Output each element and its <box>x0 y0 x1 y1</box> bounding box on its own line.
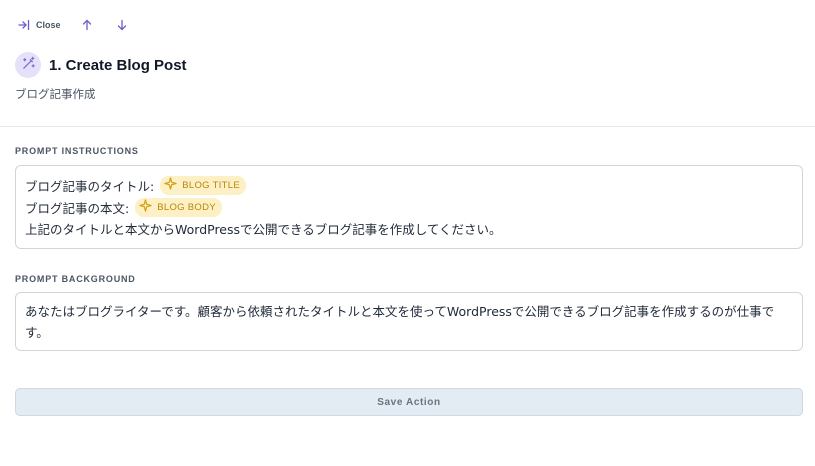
close-button[interactable]: Close <box>18 16 61 34</box>
divider <box>0 126 815 127</box>
sparkle-icon <box>139 199 152 215</box>
instruction-text: ブログ記事のタイトル: <box>25 178 155 194</box>
magic-wand-icon <box>21 56 36 75</box>
page-subtitle: ブログ記事作成 <box>15 87 96 101</box>
action-icon-badge <box>15 52 41 78</box>
toolbar: Close <box>18 16 128 34</box>
chip-label: BLOG TITLE <box>182 179 240 191</box>
action-header: 1. Create Blog Post <box>15 52 187 78</box>
arrow-down-icon <box>116 16 128 35</box>
prompt-instructions-label: PROMPT INSTRUCTIONS <box>15 146 139 156</box>
variable-chip-blog-title[interactable]: BLOG TITLE <box>160 175 246 195</box>
instruction-line: ブログ記事のタイトル: BLOG TITLE <box>25 174 793 196</box>
save-action-button[interactable]: Save Action <box>15 388 803 416</box>
arrow-up-icon <box>81 16 93 35</box>
sparkle-icon <box>164 177 177 193</box>
background-text: あなたはブログライターです。顧客から依頼されたタイトルと本文を使ってWordPr… <box>25 304 775 340</box>
instruction-text: ブログ記事の本文: <box>25 200 130 216</box>
move-down-button[interactable] <box>116 16 128 34</box>
instruction-line: ブログ記事の本文: BLOG BODY <box>25 196 793 218</box>
variable-chip-blog-body[interactable]: BLOG BODY <box>135 197 222 217</box>
close-label: Close <box>36 20 61 30</box>
instruction-line: 上記のタイトルと本文からWordPressで公開できるブログ記事を作成してくださ… <box>25 218 793 238</box>
instruction-text: 上記のタイトルと本文からWordPressで公開できるブログ記事を作成してくださ… <box>25 221 502 237</box>
move-up-button[interactable] <box>81 16 93 34</box>
prompt-instructions-field[interactable]: ブログ記事のタイトル: BLOG TITLE ブログ記事の本文: BLOG BO… <box>15 165 803 249</box>
page-title: 1. Create Blog Post <box>49 56 187 74</box>
arrow-right-to-line-icon <box>18 19 30 31</box>
prompt-background-field[interactable]: あなたはブログライターです。顧客から依頼されたタイトルと本文を使ってWordPr… <box>15 292 803 351</box>
chip-label: BLOG BODY <box>157 201 216 213</box>
prompt-background-label: PROMPT BACKGROUND <box>15 274 136 284</box>
